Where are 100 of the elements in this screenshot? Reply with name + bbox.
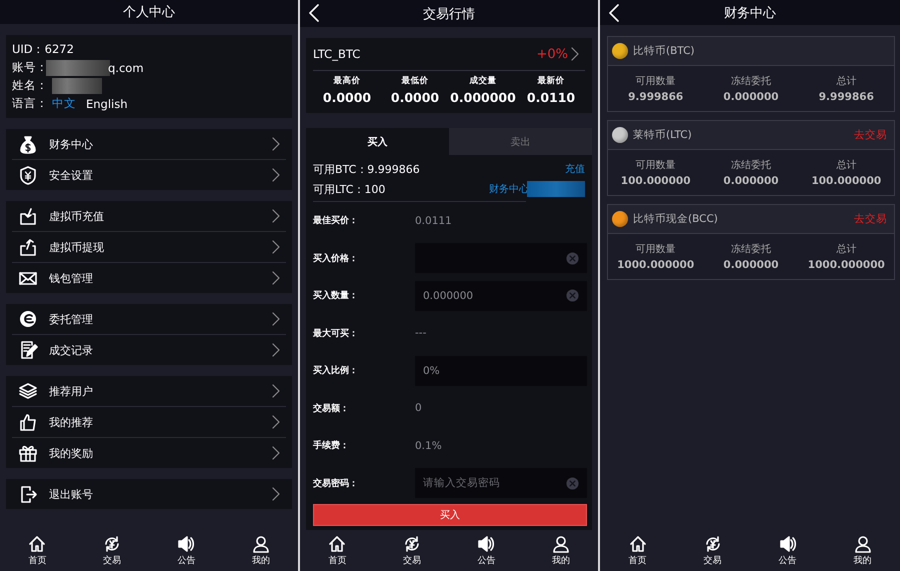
tab-bar-item[interactable]: 交易 — [690, 534, 734, 566]
screen-title: 财务中心 — [724, 4, 776, 22]
speaker-icon — [177, 534, 196, 552]
chevron-icon — [272, 240, 280, 254]
coin-name: 比特币(BTC) — [633, 44, 696, 58]
chevron-icon — [272, 271, 280, 285]
field-label: 买入价格： — [313, 252, 359, 265]
stat-value: 0.0000 — [390, 90, 440, 105]
speaker-icon — [778, 534, 796, 552]
layers-icon — [18, 381, 38, 401]
blurred-patch — [527, 181, 585, 197]
language-link[interactable]: 中文 — [52, 96, 76, 111]
input-field[interactable]: 请输入交易密码 — [415, 468, 587, 498]
chevron-icon — [272, 415, 280, 429]
tab-bar-item[interactable]: 首页 — [616, 534, 660, 566]
menu-item[interactable]: 虚拟币充值 — [12, 201, 286, 231]
clear-icon[interactable] — [566, 289, 579, 302]
menu-item[interactable]: 钱包管理 — [12, 262, 286, 293]
user-icon — [854, 534, 872, 552]
blurred-patch — [46, 60, 110, 76]
stat-value: 0.000000 — [450, 90, 516, 105]
column-label: 总计 — [836, 158, 856, 172]
chevron-icon — [272, 312, 280, 326]
field-label: 最佳买价： — [313, 214, 359, 228]
chevron-icon — [272, 209, 280, 223]
swirl-circle-icon — [18, 309, 38, 329]
field-label: 最大可买： — [313, 327, 359, 340]
column-label: 可用数量 — [636, 243, 676, 256]
field-value: 0.1% — [415, 440, 442, 452]
tab-bar-item[interactable]: 我的 — [238, 534, 283, 566]
tab-bar-item[interactable]: 公告 — [464, 534, 508, 566]
pair-name: LTC_BTC — [313, 47, 362, 61]
column-label: 冻结委托 — [730, 158, 771, 172]
blurred-patch — [52, 78, 102, 94]
tab-bar-item[interactable]: 公告 — [766, 534, 810, 566]
home-icon — [328, 534, 346, 552]
tab-bar-item[interactable]: 公告 — [164, 534, 208, 566]
field-label: 买入数量： — [313, 289, 359, 302]
language-link[interactable]: English — [86, 96, 128, 110]
clear-icon[interactable] — [566, 252, 579, 265]
back-icon[interactable] — [308, 4, 320, 22]
column-label: 总计 — [836, 242, 856, 256]
column-label: 可用数量 — [636, 159, 676, 172]
clear-icon[interactable] — [566, 476, 579, 490]
menu-item[interactable]: 我的推荐 — [12, 406, 286, 437]
column-value: 9.999866 — [818, 91, 874, 103]
column-label: 总计 — [836, 74, 856, 88]
tab-bar-item[interactable]: 我的 — [538, 534, 583, 566]
language-label: 语言： — [12, 96, 48, 111]
shield-icon — [18, 165, 38, 185]
tab-bar-item[interactable]: 首页 — [315, 534, 360, 566]
column-label: 可用数量 — [636, 75, 676, 88]
price-change: +0% — [536, 46, 568, 62]
money-bag-icon — [18, 134, 38, 154]
tab-bar-item[interactable]: 我的 — [840, 534, 884, 566]
column-value: 100.000000 — [620, 175, 691, 187]
home-icon — [28, 534, 46, 552]
gift-icon — [18, 443, 38, 463]
balance-text: 可用BTC：9.999866 — [313, 162, 421, 176]
coin-name: 莱特币(LTC) — [633, 128, 693, 142]
menu-item[interactable]: 推荐用户 — [12, 376, 286, 406]
menu-item[interactable]: 我的奖励 — [12, 437, 286, 468]
input-field[interactable] — [415, 243, 587, 274]
field-value: --- — [415, 327, 426, 340]
user-icon — [552, 534, 570, 552]
user-icon — [252, 534, 270, 552]
column-value: 0.000000 — [723, 91, 779, 103]
input-field[interactable]: 0% — [415, 356, 587, 386]
account-value: q.com — [108, 60, 144, 74]
input-field[interactable]: 0.000000 — [415, 280, 587, 311]
screen-title: 个人中心 — [123, 4, 175, 21]
menu-item[interactable]: 退出账号 — [12, 479, 286, 509]
chevron-icon — [571, 47, 579, 61]
notepad-icon — [18, 340, 38, 360]
thumbs-up-icon — [18, 412, 38, 432]
chevron-icon — [272, 137, 280, 151]
name-label: 姓名： — [12, 78, 48, 93]
menu-item[interactable]: 安全设置 — [12, 159, 286, 190]
stat-label: 最低价 — [402, 75, 428, 87]
stat-value: 0.0110 — [526, 90, 576, 105]
balance-link[interactable]: 充值 — [565, 162, 585, 176]
tab-bar-item[interactable]: 首页 — [15, 534, 60, 566]
field-value: 0.0111 — [415, 214, 452, 227]
logout-icon — [18, 484, 38, 504]
back-icon[interactable] — [608, 4, 620, 22]
inbox-arrow-icon — [18, 206, 38, 226]
field-label: 手续费： — [313, 439, 350, 452]
buy-button[interactable]: 买入 — [313, 504, 587, 526]
chevron-icon — [272, 487, 280, 501]
menu-item[interactable]: 虚拟币提现 — [12, 231, 286, 262]
menu-item[interactable]: 财务中心 — [12, 129, 286, 159]
chevron-icon — [272, 168, 280, 182]
column-value: 100.000000 — [811, 175, 882, 187]
menu-item[interactable]: 委托管理 — [12, 304, 286, 334]
tab-bar-item[interactable]: 交易 — [90, 534, 134, 566]
stat-value: 0.0000 — [322, 90, 372, 105]
tab-bar-item[interactable]: 交易 — [390, 534, 434, 566]
field-value: 0 — [415, 402, 422, 414]
column-value: 0.000000 — [723, 175, 779, 187]
menu-item[interactable]: 成交记录 — [12, 334, 286, 365]
